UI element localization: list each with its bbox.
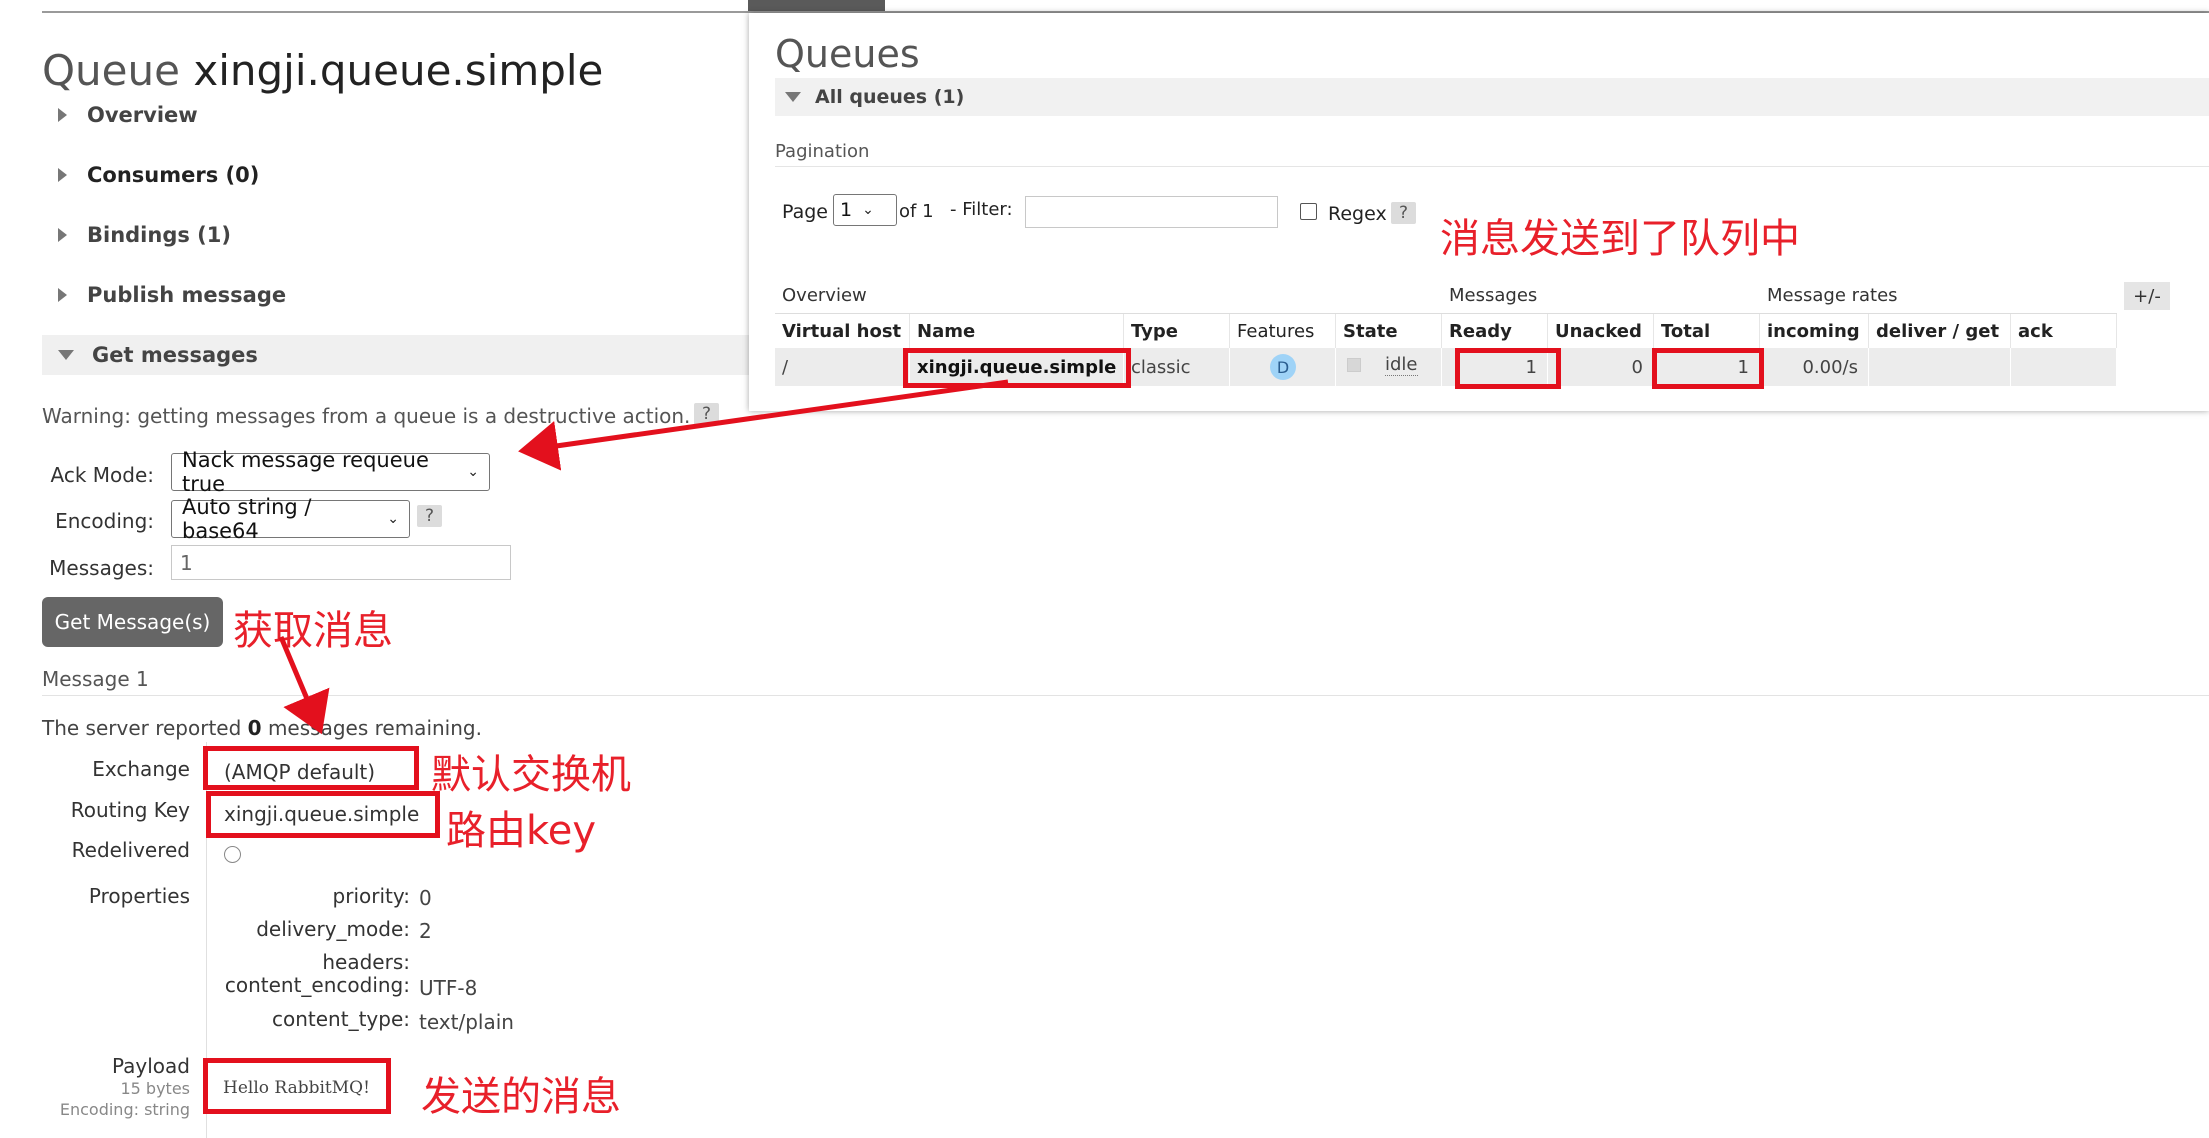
arrow-get-to-message: [278, 636, 330, 735]
arrow-queue-to-form: [518, 379, 1009, 471]
annotation-arrows: [278, 379, 1009, 735]
